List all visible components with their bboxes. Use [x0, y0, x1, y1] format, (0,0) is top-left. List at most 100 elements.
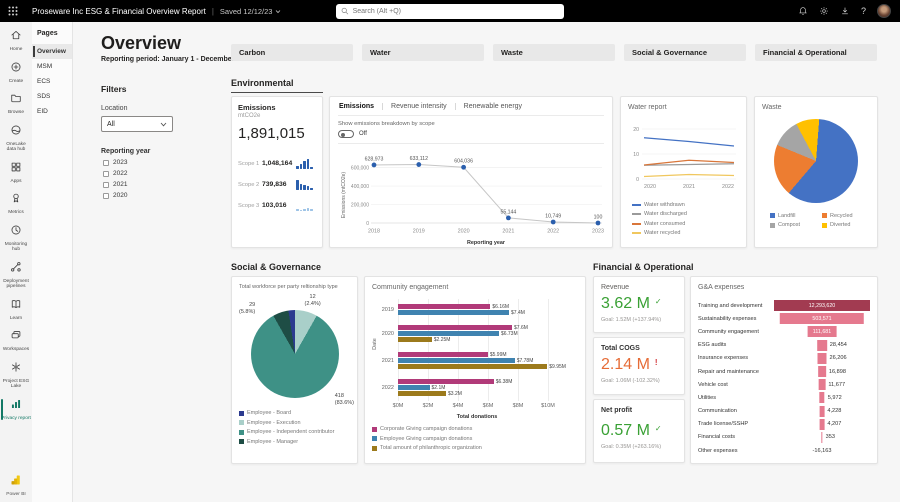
- scope-sparkline: [296, 179, 316, 190]
- year-filter-2020: 2020: [103, 192, 213, 199]
- location-dropdown[interactable]: All: [101, 116, 173, 132]
- community-group-2022: 2022 $6.38M $2.1M $3.2M: [381, 378, 513, 397]
- nav-button-social-governance[interactable]: Social & Governance: [624, 44, 746, 61]
- learn-icon: [10, 297, 22, 315]
- trend-tab-revenue-intensity[interactable]: Revenue intensity: [382, 103, 455, 110]
- trend-tab-emissions[interactable]: Emissions: [338, 103, 382, 110]
- nav-button-carbon[interactable]: Carbon: [231, 44, 353, 61]
- gna-bar: [821, 431, 823, 443]
- rail-item-create[interactable]: Create: [0, 57, 32, 89]
- year-filter-2021: 2021: [103, 181, 213, 188]
- svg-text:628,973: 628,973: [365, 156, 384, 162]
- net-profit-goal: Goal: 0.35M (+263.16%): [601, 444, 662, 450]
- svg-text:20: 20: [633, 127, 639, 133]
- svg-text:600,000: 600,000: [351, 165, 369, 171]
- svg-text:2021: 2021: [683, 184, 695, 190]
- workforce-legend: Employee - Board Employee - Execution Empl…: [239, 410, 350, 445]
- legend-item-landfill: Landfill: [770, 213, 816, 219]
- gna-row-other-expenses: Other expenses -16,163: [698, 447, 832, 454]
- bar-total-amount-of-philanthropic-organization-2021: $9.95M: [398, 364, 566, 370]
- notifications-bell-icon[interactable]: [798, 6, 808, 16]
- gna-row-financial-costs: Financial costs 353: [698, 431, 870, 444]
- settings-gear-icon[interactable]: [819, 6, 829, 16]
- cogs-goal: Goal: 1.06M (-102.32%): [601, 378, 660, 384]
- page-item-ecs[interactable]: ECS: [32, 74, 72, 89]
- page-item-overview[interactable]: Overview: [32, 44, 72, 59]
- create-icon: [10, 60, 22, 78]
- waffle-icon[interactable]: [0, 6, 26, 16]
- scope-row-scope-3: Scope 3 103,016: [238, 200, 316, 211]
- scope-row-scope-1: Scope 1 1,048,164: [238, 158, 316, 169]
- community-group-2021: 2021 $5.99M $7.78M $9.95M: [381, 351, 566, 370]
- revenue-label: Revenue: [601, 284, 630, 291]
- rail-item-workspaces[interactable]: Workspaces: [0, 325, 32, 357]
- svg-text:2020: 2020: [458, 229, 470, 235]
- svg-text:2023: 2023: [592, 229, 604, 235]
- svg-text:400,000: 400,000: [351, 184, 369, 190]
- download-icon[interactable]: [840, 6, 850, 16]
- gna-title: G&A expenses: [698, 284, 745, 291]
- left-rail-items: Home Create Browse OneLake data hub Apps Metr…: [0, 25, 32, 425]
- page-item-sds[interactable]: SDS: [32, 89, 72, 104]
- gna-bar: [819, 418, 825, 430]
- rail-item-onelake-data-hub[interactable]: OneLake data hub: [0, 120, 32, 157]
- rail-item-apps[interactable]: Apps: [0, 157, 32, 189]
- svg-text:2022: 2022: [722, 184, 734, 190]
- nav-button-financial-operational[interactable]: Financial & Operational: [755, 44, 877, 61]
- gna-bar: 111,681: [807, 326, 837, 338]
- privacy-report-icon: [10, 397, 22, 415]
- scope-toggle-label: Show emissions breakdown by scope: [338, 121, 435, 127]
- gna-row-repair-and-maintenance: Repair and maintenance 16,898: [698, 365, 870, 378]
- search-box[interactable]: [336, 3, 564, 19]
- section-financial-operational: Financial & Operational: [593, 262, 694, 272]
- emissions-line-chart: 0 200,000 400,000 600,000 628,973 2018 633,112…: [341, 156, 604, 246]
- pages-panel: Pages Overview MSM ECS SDS EID: [32, 22, 73, 502]
- nav-button-water[interactable]: Water: [362, 44, 484, 61]
- rail-item-home[interactable]: Home: [0, 25, 32, 57]
- legend-item-recycled: Recycled: [822, 213, 868, 219]
- saved-status[interactable]: Saved 12/12/23: [220, 7, 282, 16]
- gna-funnel-chart: Training and development 12,293,620 Sustai…: [698, 299, 870, 457]
- search-input[interactable]: [352, 7, 559, 15]
- page-subtitle: Reporting period: January 1 - December 3…: [101, 56, 245, 63]
- community-xticks: $0M $2M $4M $6M $8M $10M: [392, 403, 555, 409]
- gna-row-utilities: Utilities 5,972: [698, 391, 870, 404]
- rail-item-project-esg-lake[interactable]: Project ESG Lake: [0, 357, 32, 394]
- rail-item-learn[interactable]: Learn: [0, 294, 32, 326]
- page-title: Overview: [101, 33, 182, 53]
- user-avatar[interactable]: [877, 4, 891, 18]
- browse-icon: [10, 91, 22, 109]
- svg-text:55,144: 55,144: [500, 209, 516, 215]
- waste-legend: Landfill Recycled Compost Diverted: [770, 209, 868, 228]
- rail-item-browse[interactable]: Browse: [0, 88, 32, 120]
- community-group-2020: 2020 $7.6M $6.73M $2.25M: [381, 324, 528, 343]
- reporting-year-checklist: 2023 2022 2021 2020: [101, 159, 213, 199]
- help-icon[interactable]: ?: [861, 6, 866, 16]
- checkbox-2023[interactable]: [103, 159, 109, 166]
- page-item-msm[interactable]: MSM: [32, 59, 72, 74]
- power-bi-icon: [11, 475, 20, 485]
- trend-tab-renewable-energy[interactable]: Renewable energy: [454, 103, 530, 110]
- rail-item-deployment-pipelines[interactable]: Deployment pipelines: [0, 257, 32, 294]
- rail-item-metrics[interactable]: Metrics: [0, 188, 32, 220]
- rail-item-privacy-report[interactable]: Privacy report: [0, 394, 32, 426]
- top-app-bar: Proseware Inc ESG & Financial Overview R…: [0, 0, 900, 22]
- bar-employee-giving-campaign-donations-2022: $2.1M: [398, 385, 445, 391]
- rail-item-monitoring-hub[interactable]: Monitoring hub: [0, 220, 32, 257]
- community-group-2019: 2019 $6.16M $7.4M: [381, 303, 525, 316]
- gna-row-communication: Communication 4,228: [698, 405, 870, 418]
- emissions-kpi-total: 1,891,015: [238, 125, 305, 142]
- gna-bar: [818, 379, 826, 391]
- water-report-title: Water report: [628, 104, 667, 111]
- cogs-status-alert-icon: !: [654, 358, 658, 367]
- trend-ylabel: Emissions (mtCO2e): [341, 172, 347, 218]
- scope-toggle-switch[interactable]: [338, 130, 354, 138]
- checkbox-2020[interactable]: [103, 192, 109, 199]
- checkbox-2022[interactable]: [103, 170, 109, 177]
- nav-button-waste[interactable]: Waste: [493, 44, 615, 61]
- bar-employee-giving-campaign-donations-2021: $7.78M: [398, 358, 533, 364]
- svg-text:604,036: 604,036: [454, 159, 473, 165]
- svg-text:2020: 2020: [644, 184, 656, 190]
- checkbox-2021[interactable]: [103, 181, 109, 188]
- page-item-eid[interactable]: EID: [32, 104, 72, 119]
